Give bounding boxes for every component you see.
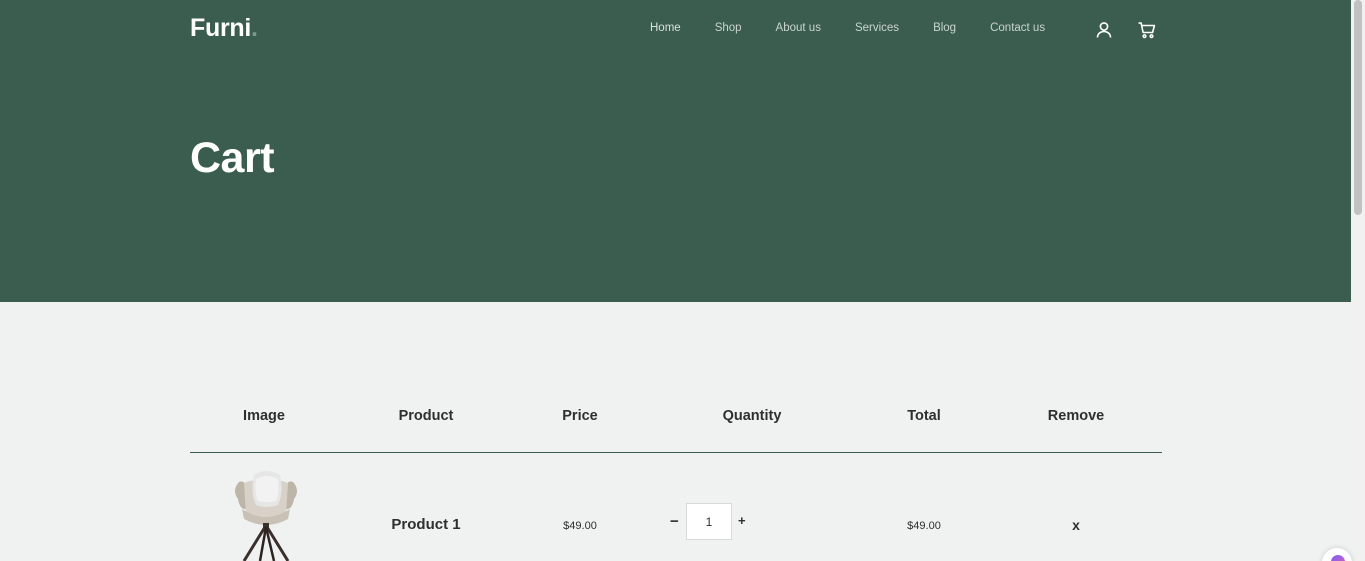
product-image <box>226 469 306 561</box>
scrollbar-thumb[interactable] <box>1354 0 1362 215</box>
header-total: Total <box>907 408 941 424</box>
header-product: Product <box>398 408 454 424</box>
product-name: Product 1 <box>391 516 461 533</box>
quantity-decrease-button[interactable]: − <box>670 513 679 530</box>
page-title: Cart <box>190 134 275 182</box>
user-icon[interactable] <box>1094 20 1114 40</box>
main-nav: Home Shop About us Services Blog Contact… <box>650 22 1079 34</box>
remove-item-button[interactable]: x <box>1072 517 1080 533</box>
table-row: Product 1 $49.00 − + $49.00 x <box>190 453 1162 561</box>
widget-icon <box>1331 555 1345 561</box>
page-scrollbar[interactable] <box>1351 0 1365 561</box>
nav-item-shop[interactable]: Shop <box>715 22 742 34</box>
quantity-input[interactable] <box>686 503 732 540</box>
floating-widget-button[interactable] <box>1322 548 1352 561</box>
nav-item-about-us[interactable]: About us <box>776 22 821 34</box>
header-image: Image <box>243 408 285 424</box>
product-price: $49.00 <box>563 520 597 532</box>
header-price: Price <box>562 408 598 424</box>
nav-item-services[interactable]: Services <box>855 22 899 34</box>
brand-logo[interactable]: Furni. <box>190 14 258 43</box>
site-header: Furni. Home Shop About us Services Blog … <box>0 0 1351 302</box>
nav-item-contact-us[interactable]: Contact us <box>990 22 1045 34</box>
cart-icon[interactable] <box>1137 20 1157 40</box>
header-quantity: Quantity <box>722 408 782 424</box>
header-remove: Remove <box>1047 408 1105 424</box>
cart-table-header: Image Product Price Quantity Total Remov… <box>190 408 1162 428</box>
brand-dot: . <box>251 14 258 42</box>
nav-item-blog[interactable]: Blog <box>933 22 956 34</box>
product-total: $49.00 <box>907 520 941 532</box>
nav-item-home[interactable]: Home <box>650 22 681 34</box>
quantity-increase-button[interactable]: + <box>738 513 746 528</box>
